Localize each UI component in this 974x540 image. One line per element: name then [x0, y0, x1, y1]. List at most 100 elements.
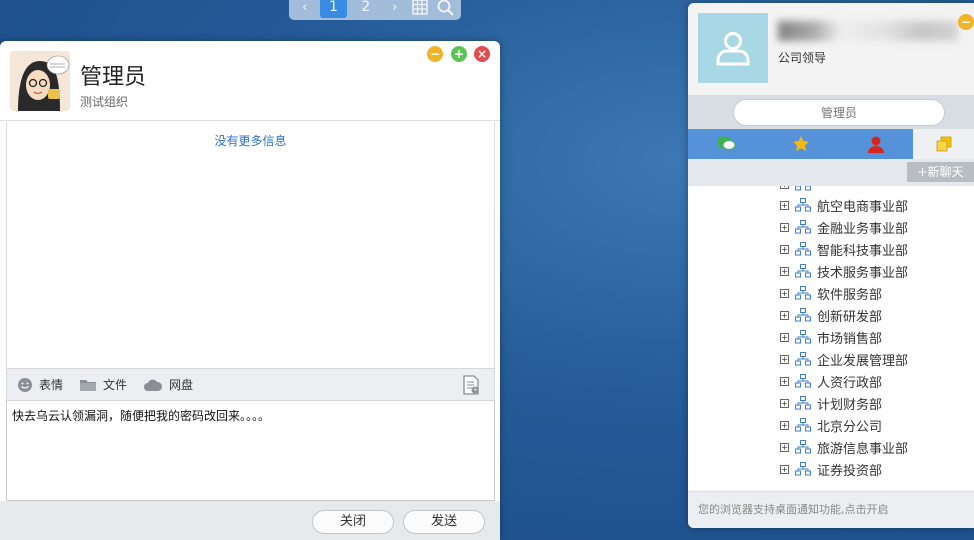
- new-chat-button[interactable]: +新聊天: [907, 162, 974, 182]
- chat-toolbar: 表情 文件 网盘: [6, 368, 495, 401]
- user-icon: [716, 32, 750, 66]
- chat-subtitle: 测试组织: [80, 95, 129, 109]
- org-icon: [795, 308, 811, 322]
- tree-item[interactable]: + 航空电商事业部: [780, 194, 908, 216]
- expand-icon[interactable]: +: [780, 398, 789, 408]
- netdisk-button[interactable]: 网盘: [143, 376, 193, 393]
- org-icon: [795, 286, 811, 300]
- expand-icon[interactable]: +: [780, 266, 789, 276]
- tree-item[interactable]: + 智能科技事业部: [780, 238, 908, 260]
- tree-item-label: 创新研发部: [817, 309, 883, 325]
- org-icon: [795, 186, 811, 191]
- panel-subbar: +新聊天: [688, 159, 974, 186]
- panel-minimize-button[interactable]: −: [958, 14, 974, 30]
- expand-icon[interactable]: +: [780, 244, 789, 254]
- expand-icon[interactable]: +: [780, 354, 789, 364]
- file-label: 文件: [103, 378, 128, 392]
- contact-icon: [867, 136, 884, 153]
- chat-window: 管理员 测试组织 − + × 没有更多信息 表情 文件 网盘 快去乌云认领漏洞，…: [0, 41, 500, 540]
- tree-item-label: 计划财务部: [817, 397, 883, 413]
- chat-header: 管理员 测试组织 − + ×: [0, 41, 500, 121]
- tree-item-label: 北京分公司: [817, 419, 883, 435]
- expand-icon[interactable]: +: [780, 222, 789, 232]
- tree-item[interactable]: + 北京分公司: [780, 414, 882, 436]
- grid-icon[interactable]: [410, 0, 429, 17]
- org-icon: [795, 220, 811, 234]
- maximize-button[interactable]: +: [451, 46, 467, 62]
- page-pager: ‹ 1 2 ›: [289, 0, 461, 20]
- search-icon[interactable]: [436, 0, 455, 17]
- user-avatar[interactable]: [698, 13, 768, 83]
- prev-page-button[interactable]: ‹: [295, 0, 314, 17]
- tab-contacts[interactable]: [838, 129, 913, 159]
- org-icon: [795, 374, 811, 388]
- emoji-button[interactable]: 表情: [17, 376, 63, 393]
- no-more-info-link[interactable]: 没有更多信息: [7, 132, 494, 149]
- tree-item[interactable]: + 技术服务事业部: [780, 260, 908, 282]
- history-icon[interactable]: [462, 375, 480, 399]
- user-role: 公司领导: [778, 51, 827, 65]
- tree-item[interactable]: + 企业发展管理部: [780, 348, 908, 370]
- tree-item[interactable]: + 金融业务事业部: [780, 216, 908, 238]
- minimize-button[interactable]: −: [427, 46, 443, 62]
- org-icon: [795, 330, 811, 344]
- tree-item-label: 智能科技事业部: [817, 243, 909, 259]
- org-icon: [795, 396, 811, 410]
- org-icon: [795, 352, 811, 366]
- org-icon: [795, 264, 811, 278]
- tree-item[interactable]: + 软件服务部: [780, 282, 882, 304]
- tab-favorites[interactable]: [763, 129, 838, 159]
- next-page-button[interactable]: ›: [385, 0, 404, 17]
- expand-icon[interactable]: +: [780, 332, 789, 342]
- expand-icon[interactable]: +: [780, 464, 789, 474]
- org-icon: [795, 440, 811, 454]
- expand-icon[interactable]: +: [780, 310, 789, 320]
- cloud-icon: [144, 379, 163, 391]
- tab-groups[interactable]: [913, 129, 974, 159]
- chat-bubble-icon: [716, 136, 735, 150]
- expand-icon[interactable]: +: [780, 288, 789, 298]
- copy-icon: [936, 136, 951, 152]
- org-icon: [795, 198, 811, 212]
- expand-icon[interactable]: +: [780, 186, 789, 189]
- star-icon: [792, 136, 809, 151]
- close-button[interactable]: 关闭: [312, 510, 394, 534]
- expand-icon[interactable]: +: [780, 442, 789, 452]
- tree-item[interactable]: + 计划财务部: [780, 392, 882, 414]
- tree-item[interactable]: + 创新研发部: [780, 304, 882, 326]
- tree-item[interactable]: + 市场销售部: [780, 326, 882, 348]
- tree-item[interactable]: + 旅游信息事业部: [780, 436, 908, 458]
- expand-icon[interactable]: +: [780, 376, 789, 386]
- tree-item-label: 企业发展管理部: [817, 353, 909, 369]
- search-input[interactable]: [733, 99, 945, 126]
- expand-icon[interactable]: +: [780, 420, 789, 430]
- org-icon: [795, 462, 811, 476]
- message-history[interactable]: 没有更多信息: [6, 122, 495, 368]
- send-button[interactable]: 发送: [403, 510, 485, 534]
- close-window-button[interactable]: ×: [474, 46, 490, 62]
- smiley-icon: [18, 377, 32, 392]
- tree-item-label: 技术服务事业部: [817, 265, 909, 281]
- message-input[interactable]: 快去乌云认领漏洞，随便把我的密码改回来。。。。: [6, 401, 495, 501]
- page-1-button[interactable]: 1: [320, 0, 347, 18]
- tree-item-label: 人资行政部: [817, 375, 883, 391]
- redacted-name: [778, 21, 958, 41]
- avatar[interactable]: [10, 51, 70, 111]
- tree-item-label: 金融业务事业部: [817, 221, 909, 237]
- org-icon: [795, 418, 811, 432]
- notification-notice[interactable]: 您的浏览器支持桌面通知功能,点击开启: [688, 491, 974, 528]
- page-2-button[interactable]: 2: [353, 0, 379, 18]
- org-icon: [795, 242, 811, 256]
- netdisk-label: 网盘: [169, 378, 194, 392]
- expand-icon[interactable]: +: [780, 200, 789, 210]
- panel-tabs: [688, 129, 974, 159]
- file-button[interactable]: 文件: [79, 376, 127, 393]
- tree-item-label: 旅游信息事业部: [817, 441, 909, 457]
- tree-item-label: 市场销售部: [817, 331, 883, 347]
- tree-item-label: 航空电商事业部: [817, 199, 909, 215]
- tree-item[interactable]: + 人资行政部: [780, 370, 882, 392]
- folder-icon: [80, 380, 97, 391]
- tab-messages[interactable]: [688, 129, 763, 159]
- tree-item[interactable]: + 证券投资部: [780, 458, 882, 480]
- emoji-label: 表情: [39, 378, 64, 392]
